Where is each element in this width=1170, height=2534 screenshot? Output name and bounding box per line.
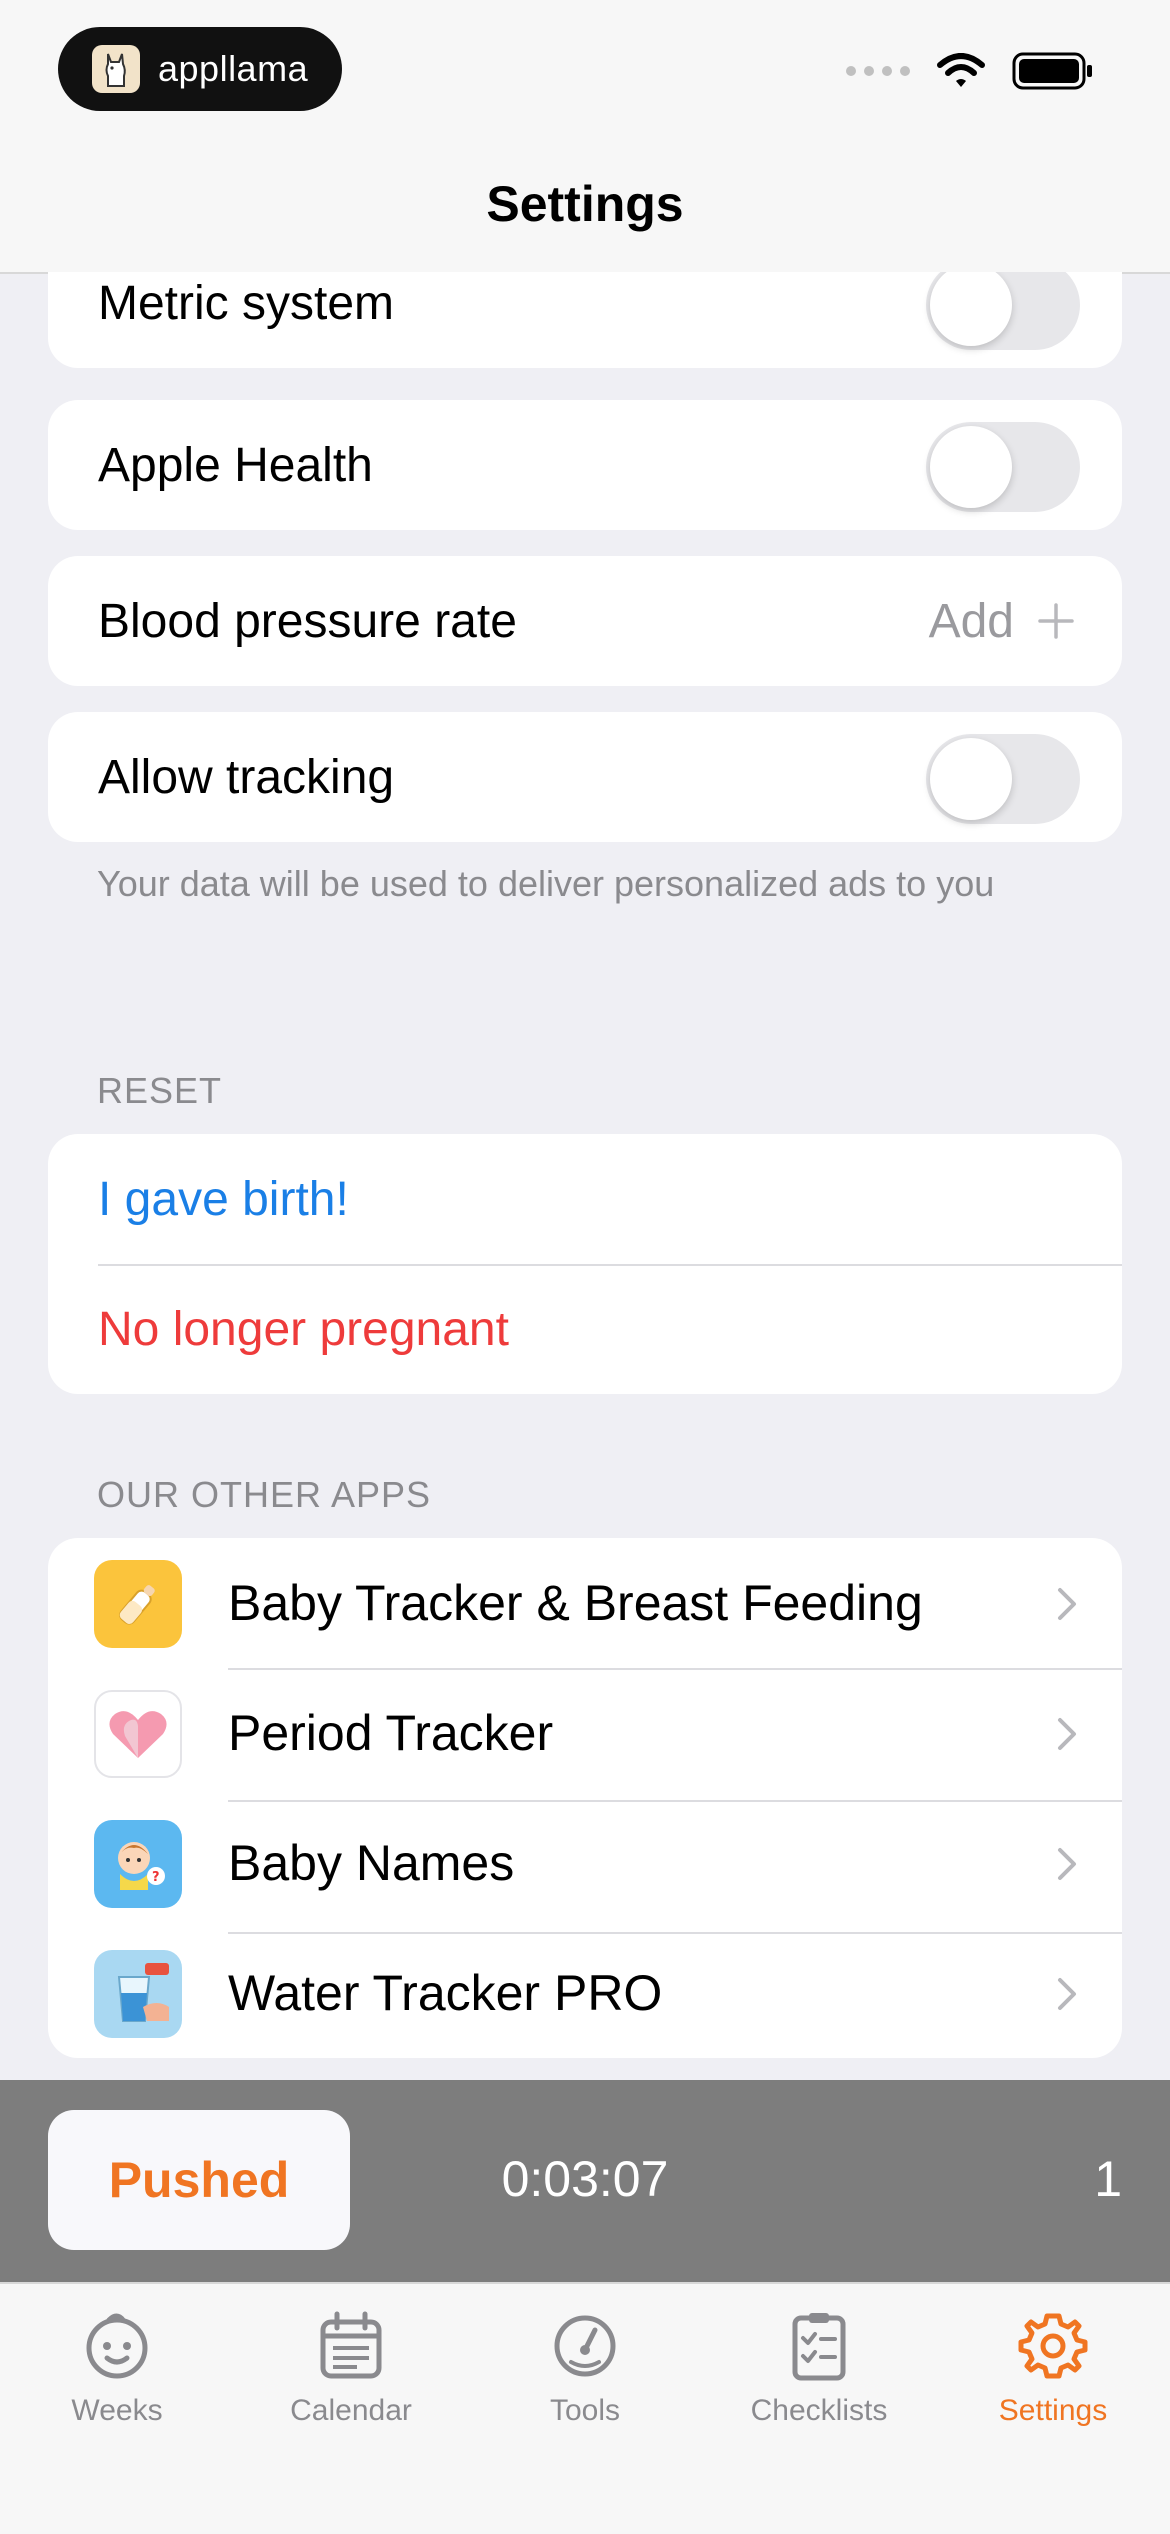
tracking-toggle[interactable] — [926, 734, 1080, 824]
llama-logo-icon — [92, 45, 140, 93]
push-count: 1 — [1094, 2151, 1122, 2207]
reset-section-header: RESET — [97, 1070, 223, 1111]
chevron-right-icon — [1058, 1978, 1076, 2010]
toggle-knob — [930, 426, 1012, 508]
no-longer-pregnant-button[interactable]: No longer pregnant — [48, 1264, 1122, 1394]
gave-birth-label: I gave birth! — [98, 1172, 349, 1226]
signal-dots-icon — [846, 66, 910, 76]
heart-icon — [94, 1690, 182, 1778]
page-title: Settings — [486, 176, 684, 232]
app-row-baby-names[interactable]: ? Baby Names — [48, 1798, 1122, 1928]
status-icons — [846, 52, 1094, 90]
app-row-water-tracker[interactable]: Water Tracker PRO — [48, 1928, 1122, 2058]
bottle-icon — [94, 1560, 182, 1648]
chevron-right-icon — [1058, 1718, 1076, 1750]
tab-label: Tools — [549, 2394, 621, 2427]
gave-birth-button[interactable]: I gave birth! — [48, 1134, 1122, 1264]
tab-label: Settings — [998, 2394, 1108, 2427]
no-longer-pregnant-label: No longer pregnant — [98, 1302, 509, 1356]
gauge-icon — [554, 2315, 616, 2377]
chevron-right-icon — [1058, 1848, 1076, 1880]
tab-label: Weeks — [71, 2394, 163, 2427]
metric-row: Metric system — [48, 272, 1122, 368]
app-label: Period Tracker — [228, 1705, 554, 1761]
apple-health-row: Apple Health — [48, 400, 1122, 530]
app-label: Baby Tracker & Breast Feeding — [228, 1575, 923, 1631]
chevron-right-icon — [1058, 1588, 1076, 1620]
tab-calendar[interactable]: Calendar — [234, 2310, 468, 2428]
blood-pressure-card: Blood pressure rate Add — [48, 556, 1122, 686]
battery-icon — [1012, 52, 1092, 90]
tab-settings[interactable]: Settings — [936, 2310, 1170, 2428]
gear-icon — [1018, 2313, 1088, 2379]
tab-tools[interactable]: Tools — [468, 2310, 702, 2428]
brand-pill: appllama — [58, 27, 342, 111]
metric-card: Metric system — [48, 272, 1122, 368]
toggle-knob — [930, 272, 1012, 346]
apple-health-card: Apple Health — [48, 400, 1122, 530]
elapsed-time: 0:03:07 — [501, 2151, 669, 2207]
apple-health-toggle[interactable] — [926, 422, 1080, 512]
app-label: Baby Names — [228, 1835, 515, 1891]
reset-card: I gave birth! No longer pregnant — [48, 1134, 1122, 1394]
svg-text:?: ? — [152, 1870, 160, 1885]
water-glass-icon — [94, 1950, 182, 2038]
other-apps-section-header: OUR OTHER APPS — [97, 1474, 432, 1515]
settings-content[interactable]: Metric system Apple Health Blood pressur… — [0, 272, 1170, 2080]
add-label: Add — [928, 594, 1014, 648]
tracking-card: Allow tracking — [48, 712, 1122, 842]
tab-weeks[interactable]: Weeks — [0, 2310, 234, 2428]
metric-toggle[interactable] — [926, 272, 1080, 350]
app-row-period-tracker[interactable]: Period Tracker — [48, 1668, 1122, 1798]
baby-icon: ? — [94, 1820, 182, 1908]
top-bar: appllama Settings — [0, 0, 1170, 274]
other-apps-card: Baby Tracker & Breast Feeding Period Tra… — [48, 1538, 1122, 2058]
calendar-icon — [320, 2311, 382, 2379]
app-row-baby-tracker[interactable]: Baby Tracker & Breast Feeding — [48, 1538, 1122, 1668]
tab-label: Checklists — [750, 2394, 888, 2427]
app-label: Water Tracker PRO — [228, 1965, 663, 2021]
tab-checklists[interactable]: Checklists — [702, 2310, 936, 2428]
toggle-knob — [930, 738, 1012, 820]
checklist-icon — [792, 2313, 846, 2381]
blood-pressure-row[interactable]: Blood pressure rate Add — [48, 556, 1122, 686]
tracking-row: Allow tracking — [48, 712, 1122, 842]
tab-bar: Weeks Calendar Tools Checklists Settings — [0, 2282, 1170, 2534]
baby-face-icon — [86, 2313, 148, 2379]
plus-icon — [1038, 603, 1074, 639]
tab-label: Calendar — [290, 2394, 412, 2427]
contraction-timer-bar: Pushed 0:03:07 1 — [0, 2080, 1170, 2282]
tracking-footnote: Your data will be used to deliver person… — [97, 863, 995, 904]
wifi-icon — [937, 53, 985, 87]
brand-name: appllama — [158, 48, 309, 89]
add-blood-pressure-button[interactable]: Add — [929, 594, 1074, 649]
